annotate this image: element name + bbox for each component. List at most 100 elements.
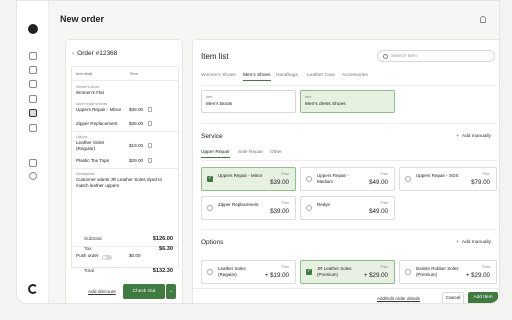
option-card[interactable]: JR Leather Soles (Premium) Price + $29.0… [300, 260, 395, 284]
order-header[interactable]: ‹ Order #12368 [72, 50, 117, 57]
item-selector-dress-shoes[interactable]: Item Men's dress Shoes [300, 90, 395, 113]
price-label: Price [281, 265, 289, 269]
push-order-label: Push order [76, 253, 99, 258]
service-card[interactable]: Uppers Repair - Medium Price $49.00 [300, 167, 395, 191]
chevron-down-icon[interactable]: ⌄ [166, 284, 176, 299]
checkbox[interactable] [306, 268, 312, 275]
checkout-button[interactable]: Check Out [123, 284, 165, 299]
item-selector-boots[interactable]: Item Men's Boots [201, 90, 296, 113]
price-label: Price [380, 265, 388, 269]
plus-icon: + [456, 240, 459, 245]
push-order-toggle[interactable] [102, 255, 112, 260]
add-service-manually-button[interactable]: + Add manually [456, 134, 491, 139]
page-title: New order [60, 14, 105, 24]
checkbox[interactable] [306, 205, 312, 211]
cancel-button[interactable]: Cancel [442, 292, 464, 303]
service-card[interactable]: Zipper Replacement Price $39.00 [201, 196, 296, 220]
price-label: Price [380, 201, 388, 205]
service-name: Redye [317, 202, 331, 207]
search-icon [383, 54, 388, 59]
trash-icon[interactable] [148, 143, 152, 148]
checkbox[interactable] [207, 175, 213, 182]
service-name: Uppers Repair - SOS [416, 173, 459, 178]
service-card[interactable]: Redye Price $49.00 [300, 196, 395, 220]
checkbox[interactable] [207, 269, 213, 275]
checkbox[interactable] [405, 176, 411, 182]
item-list-panel: Item list Search Item Women's Shoes Men'… [192, 39, 499, 303]
avatar[interactable] [28, 24, 38, 34]
users-icon[interactable] [29, 124, 37, 132]
search-input[interactable]: Search Item [377, 50, 495, 62]
message-icon[interactable] [29, 95, 37, 103]
service-price: $79.00 [471, 179, 490, 186]
shoe-label: Women's shoes [76, 85, 100, 89]
option-price: + $19.00 [264, 272, 289, 279]
tab-sole-repair[interactable]: Sole Repair [238, 150, 263, 155]
service-card[interactable]: Uppers Repair - SOS Price $79.00 [399, 167, 497, 191]
tab-accessories[interactable]: Accessories [342, 73, 368, 78]
service-price: $49.00 [369, 179, 388, 186]
option-card[interactable]: Leather Soles (Regular) Price + $19.00 [201, 260, 296, 284]
sidebar [17, 1, 49, 303]
trash-icon[interactable] [148, 107, 152, 112]
order-number: Order #12368 [77, 50, 118, 57]
service-name: Uppers Repair - Medium [317, 173, 349, 184]
checkbox[interactable] [306, 176, 312, 182]
divider [72, 80, 178, 81]
tab-womens-shoes[interactable]: Women's Shoes [201, 73, 236, 78]
order-line-price: $29.00 [129, 158, 144, 163]
home-icon[interactable] [29, 52, 37, 60]
option-name: Dainite Rubber Soles (Premium) [416, 266, 459, 277]
selector-value: Men's Boots [206, 102, 233, 107]
tab-mens-shoes[interactable]: Men's Shoes [243, 73, 271, 81]
service-price: $39.00 [270, 179, 289, 186]
selector-label: Item [206, 95, 213, 99]
document-icon[interactable] [29, 66, 37, 74]
service-name: Zipper Replacement [218, 202, 259, 207]
add-manually-label: Add manually [461, 134, 491, 139]
price-label: Price [281, 172, 289, 176]
link-icon[interactable] [29, 159, 37, 167]
tax-label: Tax [84, 247, 92, 252]
order-line-name: Uppers Repair - Minor [76, 107, 122, 112]
trash-icon[interactable] [148, 158, 152, 163]
descriptions-label: Descriptions [76, 172, 95, 176]
push-order-price: $0.00 [129, 253, 141, 258]
chevron-left-icon[interactable]: ‹ [72, 50, 74, 57]
checkbox[interactable] [405, 269, 411, 275]
order-line-price: $19.00 [129, 143, 144, 148]
order-line-price: $39.00 [129, 107, 144, 112]
add-edit-order-details-link[interactable]: Add/Edit order details [377, 296, 420, 301]
service-price: $39.00 [270, 208, 289, 215]
tab-leather-care[interactable]: Leather Care [307, 73, 335, 78]
add-option-manually-button[interactable]: + Add manually [456, 240, 491, 245]
options-label: Options [76, 135, 88, 139]
service-card[interactable]: Uppers Repair - Minor Price $39.00 [201, 167, 296, 191]
tab-other[interactable]: Other [270, 150, 282, 155]
logo-icon [28, 284, 38, 294]
checkbox-icon[interactable] [29, 80, 37, 88]
option-name: Leather Soles (Regular) [218, 266, 246, 277]
col-price: Price [130, 72, 138, 76]
tab-handbags[interactable]: Handbags [276, 73, 298, 78]
order-panel: ‹ Order #12368 Item detail Price Women's … [65, 39, 183, 303]
option-price: + $29.00 [363, 272, 388, 279]
selector-label: Item [305, 95, 312, 99]
divider [72, 131, 178, 132]
orders-icon[interactable] [29, 109, 37, 117]
shoe-value: Women's Flat [76, 90, 104, 95]
divider [201, 85, 497, 86]
tab-upper-repair[interactable]: Upper Repair [201, 150, 230, 158]
total-label: Total [84, 269, 95, 274]
checkbox[interactable] [207, 205, 213, 211]
description-text[interactable]: Customer wants JR Leather Soles dyed to … [76, 177, 172, 188]
add-discount-link[interactable]: Add discount [88, 290, 116, 295]
bell-icon[interactable] [480, 16, 486, 23]
subtotal-label: Subtotal [84, 237, 102, 242]
option-card[interactable]: Dainite Rubber Soles (Premium) Price + $… [399, 260, 497, 284]
add-item-button[interactable]: Add Item [468, 292, 498, 303]
settings-icon[interactable] [29, 172, 37, 180]
trash-icon[interactable] [148, 121, 152, 126]
order-line-name: Plastic Toe Tops [76, 158, 110, 163]
option-name: JR Leather Soles (Premium) [317, 266, 352, 277]
